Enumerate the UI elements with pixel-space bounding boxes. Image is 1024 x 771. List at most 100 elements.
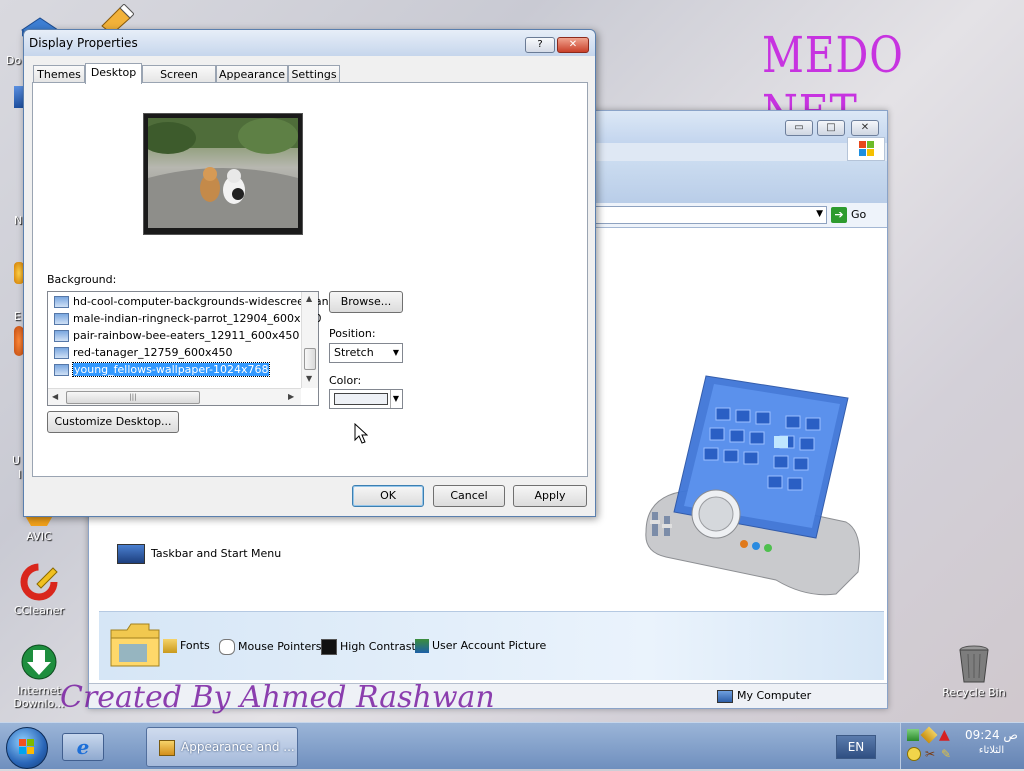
user-picture-icon [415, 639, 429, 653]
go-arrow-icon: ➔ [831, 207, 847, 223]
scroll-right-icon[interactable]: ▶ [288, 392, 294, 401]
address-input[interactable]: ▼ [595, 206, 827, 224]
taskbar-icon [117, 544, 145, 564]
clock-day: الثلاثاء [978, 745, 1005, 756]
control-panel-icon [159, 739, 175, 756]
close-button[interactable]: ✕ [851, 120, 879, 136]
desktop-icon-ccleaner[interactable]: CCleaner [4, 562, 74, 617]
see-also-panel: Fonts Mouse Pointers High Contrast User … [99, 611, 884, 680]
color-label: Color: [329, 374, 362, 387]
download-manager-icon [19, 642, 59, 682]
desktop-icon-label: AVIC [26, 530, 52, 543]
scroll-down-icon[interactable]: ▼ [306, 374, 312, 383]
watermark-credit: Created By Ahmed Rashwan [60, 680, 495, 715]
taskbar-task-label: Appearance and ... [181, 740, 295, 754]
background-label: Background: [47, 273, 117, 286]
desktop-icon-label: Recycle Bin [942, 686, 1006, 699]
go-button[interactable]: ➔ Go [831, 206, 866, 224]
chevron-down-icon: ▼ [392, 348, 399, 357]
position-value: Stretch [334, 346, 374, 359]
start-button[interactable] [6, 727, 48, 769]
windows-flag-icon [847, 137, 885, 161]
mouse-icon [219, 639, 235, 655]
task-item-label: Taskbar and Start Menu [151, 547, 282, 560]
listbox-vertical-scrollbar[interactable]: ▲ ▼ [301, 292, 318, 388]
mouse-pointers-link[interactable]: Mouse Pointers [219, 639, 322, 655]
background-list-item[interactable]: hd-cool-computer-backgrounds-widescreen-… [54, 294, 340, 310]
taskbar-and-start-menu-link[interactable]: Taskbar and Start Menu [117, 544, 281, 564]
control-panel-graphic [636, 372, 866, 602]
desktop-icon-label-fragment: Do [6, 54, 22, 67]
folder-icon [109, 620, 161, 668]
image-file-icon [54, 330, 69, 342]
help-button[interactable]: ? [525, 37, 555, 53]
clock-time: 09:24 ص [965, 728, 1018, 742]
user-account-picture-link[interactable]: User Account Picture [415, 639, 546, 653]
system-tray: ▲ ✂ ✎ 09:24 ص الثلاثاء [900, 723, 1024, 769]
status-my-computer: My Computer [717, 689, 811, 703]
desktop-icon-label-fragment: U [12, 454, 21, 467]
browse-button[interactable]: Browse... [329, 291, 403, 313]
wallpaper-preview-image [148, 118, 298, 228]
computer-icon [717, 689, 733, 703]
display-properties-dialog: Display Properties ? ✕ Themes Desktop Sc… [23, 29, 596, 517]
chevron-down-icon: ▼ [389, 390, 399, 408]
horizontal-scroll-thumb[interactable]: ||| [66, 391, 200, 404]
fonts-link[interactable]: Fonts [163, 639, 210, 653]
recycle-bin-icon [954, 644, 994, 684]
tab-themes[interactable]: Themes [33, 65, 85, 83]
internet-explorer-icon: e [76, 735, 90, 759]
taskbar: e Appearance and ... EN ▲ ✂ ✎ 09:24 ص ال… [0, 722, 1024, 769]
upload-arrow-icon[interactable]: ▲ [939, 727, 950, 743]
tab-desktop[interactable]: Desktop [85, 63, 142, 84]
image-file-icon [54, 296, 69, 308]
ccleaner-icon [19, 562, 59, 602]
background-list-item-selected[interactable]: young_fellows-wallpaper-1024x768 [54, 362, 271, 378]
go-label: Go [851, 208, 867, 221]
position-select[interactable]: Stretch ▼ [329, 343, 403, 363]
background-list-item[interactable]: male-indian-ringneck-parrot_12904_600x45… [54, 311, 322, 327]
fonts-icon [163, 639, 177, 653]
scroll-up-icon[interactable]: ▲ [306, 294, 312, 303]
security-icon[interactable] [920, 726, 938, 744]
vertical-scroll-thumb[interactable] [304, 348, 316, 370]
warning-icon[interactable] [907, 747, 921, 761]
background-list-item[interactable]: pair-rainbow-bee-eaters_12911_600x450 [54, 328, 299, 344]
scroll-left-icon[interactable]: ◀ [52, 392, 58, 401]
background-list-item[interactable]: red-tanager_12759_600x450 [54, 345, 233, 361]
position-label: Position: [329, 327, 376, 340]
dialog-title: Display Properties [29, 36, 138, 50]
listbox-horizontal-scrollbar[interactable]: ◀ ||| ▶ [48, 388, 301, 405]
taskbar-button-appearance[interactable]: Appearance and ... [146, 727, 298, 767]
network-icon[interactable] [907, 729, 919, 741]
color-picker-button[interactable]: ▼ [329, 389, 403, 409]
image-file-icon [54, 313, 69, 325]
language-indicator[interactable]: EN [836, 735, 876, 759]
desktop-icon-label: Internet Downlo... [13, 684, 65, 710]
maximize-button[interactable]: □ [817, 120, 845, 136]
windows-logo-icon [19, 739, 34, 754]
chevron-down-icon[interactable]: ▼ [816, 209, 823, 219]
tab-settings[interactable]: Settings [288, 65, 340, 83]
desktop-icon-recycle-bin[interactable]: Recycle Bin [939, 644, 1009, 699]
wallpaper-preview [143, 113, 303, 235]
clock[interactable]: 09:24 ص الثلاثاء [965, 727, 1018, 759]
dialog-close-button[interactable]: ✕ [557, 37, 589, 53]
quick-launch-internet-explorer[interactable]: e [62, 733, 104, 761]
desktop-icon-label: CCleaner [13, 604, 65, 617]
high-contrast-icon [321, 639, 337, 655]
minimize-button[interactable]: ▭ [785, 120, 813, 136]
cancel-button[interactable]: Cancel [433, 485, 505, 507]
ok-button[interactable]: OK [352, 485, 424, 507]
high-contrast-link[interactable]: High Contrast [321, 639, 416, 655]
background-listbox[interactable]: hd-cool-computer-backgrounds-widescreen-… [47, 291, 340, 406]
apply-button[interactable]: Apply [513, 485, 587, 507]
desktop-icon-label-fragment: I [18, 468, 22, 481]
color-swatch [334, 393, 388, 405]
tab-screen-saver[interactable]: Screen Saver [142, 65, 216, 98]
key-icon[interactable]: ✎ [941, 747, 951, 761]
tab-appearance[interactable]: Appearance [216, 65, 288, 83]
tools-icon[interactable]: ✂ [925, 747, 935, 761]
customize-desktop-button[interactable]: Customize Desktop... [47, 411, 179, 433]
dialog-titlebar[interactable]: Display Properties ? ✕ [24, 30, 595, 56]
